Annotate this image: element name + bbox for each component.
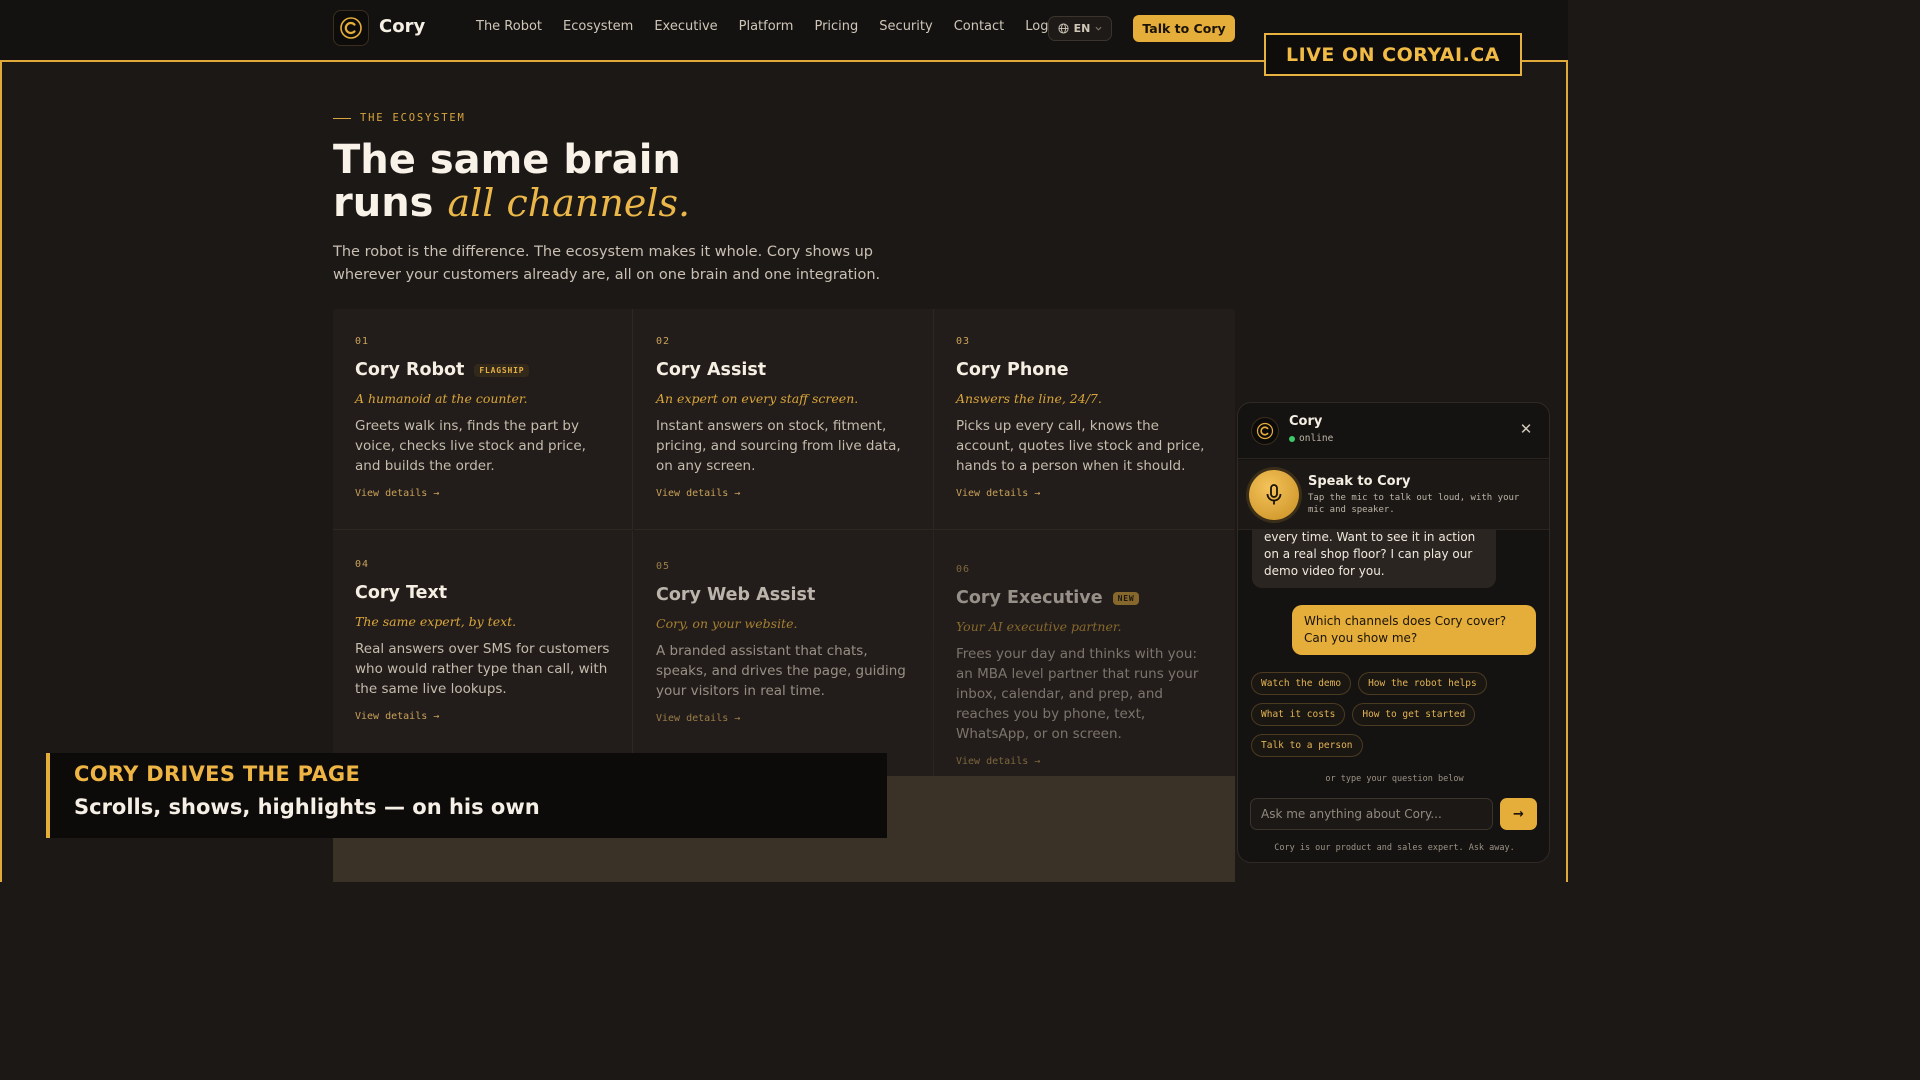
chip-what-it-costs[interactable]: What it costs	[1251, 703, 1346, 726]
user-message: Which channels does Cory cover? Can you …	[1292, 605, 1536, 655]
view-details-link[interactable]: View details →	[355, 488, 610, 499]
chip-talk-person[interactable]: Talk to a person	[1251, 734, 1363, 757]
suggestion-chips: Watch the demo How the robot helps What …	[1251, 672, 1541, 757]
speak-panel: Speak to Cory Tap the mic to talk out lo…	[1238, 460, 1549, 530]
card-description: Picks up every call, knows the account, …	[956, 418, 1205, 474]
view-details-link[interactable]: View details →	[355, 711, 610, 722]
nav-link-executive[interactable]: Executive	[654, 19, 717, 34]
live-badge: LIVE ON CORYAI.CA	[1264, 33, 1522, 76]
card-number: 03	[956, 336, 971, 347]
chat-header: Cory online ✕	[1238, 403, 1549, 459]
product-card[interactable]: 02 Cory Assist An expert on every staff …	[634, 309, 934, 530]
language-selector[interactable]: EN	[1048, 16, 1112, 41]
brand-name[interactable]: Cory	[379, 16, 425, 37]
section-headline: The same brain runs all channels.	[333, 139, 690, 225]
card-description: Instant answers on stock, fitment, prici…	[656, 418, 901, 474]
nav-link-security[interactable]: Security	[879, 19, 932, 34]
card-title: Cory Assist	[656, 360, 767, 380]
card-description: A branded assistant that chats, speaks, …	[656, 643, 906, 699]
language-label: EN	[1073, 22, 1091, 35]
chat-footnote: Cory is our product and sales expert. As…	[1274, 843, 1515, 853]
nav-link-platform[interactable]: Platform	[739, 19, 794, 34]
card-subtitle: Cory, on your website.	[656, 616, 798, 631]
caption-subtitle: Scrolls, shows, highlights — on his own	[74, 795, 540, 819]
card-title: Cory Text	[355, 583, 448, 603]
cory-logo-icon[interactable]	[333, 10, 369, 46]
caption-overlay: CORY DRIVES THE PAGE Scrolls, shows, hig…	[46, 753, 887, 838]
globe-icon	[1058, 23, 1069, 34]
view-details-link[interactable]: View details →	[956, 756, 1212, 767]
card-description: Real answers over SMS for customers who …	[355, 641, 610, 697]
card-number: 02	[656, 336, 671, 347]
card-subtitle: Answers the line, 24/7.	[956, 391, 1102, 406]
headline-line-1: The same brain	[333, 137, 681, 183]
chat-widget: Cory online ✕ every time. Want to see it…	[1237, 402, 1550, 863]
microphone-button[interactable]	[1249, 470, 1299, 520]
card-description: Frees your day and thinks with you: an M…	[956, 646, 1199, 742]
caption-title: CORY DRIVES THE PAGE	[74, 762, 361, 786]
chevron-down-icon	[1095, 26, 1102, 31]
chip-robot-helps[interactable]: How the robot helps	[1358, 672, 1487, 695]
card-title: Cory Robot	[355, 360, 465, 380]
product-card[interactable]: 05 Cory Web Assist Cory, on your website…	[634, 531, 934, 776]
card-subtitle: An expert on every staff screen.	[656, 391, 859, 406]
card-title: Cory Web Assist	[656, 585, 816, 605]
card-description: Greets walk ins, finds the part by voice…	[355, 418, 586, 474]
chip-get-started[interactable]: How to get started	[1352, 703, 1476, 726]
speak-title: Speak to Cory	[1308, 474, 1411, 489]
card-title: Cory Phone	[956, 360, 1069, 380]
product-card[interactable]: 04 Cory Text The same expert, by text. R…	[333, 531, 633, 776]
new-badge: NEW	[1112, 591, 1140, 605]
card-title: Cory Executive	[956, 588, 1103, 608]
card-subtitle: Your AI executive partner.	[956, 619, 1122, 634]
nav-link-pricing[interactable]: Pricing	[814, 19, 858, 34]
send-button[interactable]: →	[1500, 798, 1537, 830]
card-subtitle: A humanoid at the counter.	[355, 391, 528, 406]
microphone-icon	[1266, 484, 1282, 505]
product-card[interactable]: 06 Cory Executive NEW Your AI executive …	[934, 531, 1234, 776]
section-eyebrow: THE ECOSYSTEM	[333, 112, 466, 124]
view-details-link[interactable]: View details →	[656, 713, 911, 724]
bot-message: every time. Want to see it in action on …	[1252, 521, 1496, 588]
headline-line-2: runs all channels.	[333, 182, 690, 225]
headline-plain: runs	[333, 180, 434, 226]
nav-links: The Robot Ecosystem Executive Platform P…	[476, 19, 1085, 34]
chip-watch-demo[interactable]: Watch the demo	[1251, 672, 1352, 695]
chat-input[interactable]	[1250, 798, 1493, 830]
chat-status-label: online	[1299, 433, 1334, 444]
product-card[interactable]: 03 Cory Phone Answers the line, 24/7. Pi…	[934, 309, 1234, 530]
card-number: 04	[355, 559, 370, 570]
card-number: 06	[956, 564, 971, 575]
nav-link-robot[interactable]: The Robot	[476, 19, 542, 34]
view-details-link[interactable]: View details →	[956, 488, 1212, 499]
talk-to-cory-button[interactable]: Talk to Cory	[1133, 15, 1235, 42]
section-lede: The robot is the difference. The ecosyst…	[333, 244, 881, 283]
card-number: 05	[656, 561, 671, 572]
speak-subtitle: Tap the mic to talk out loud, with your …	[1308, 493, 1520, 515]
nav-link-ecosystem[interactable]: Ecosystem	[563, 19, 633, 34]
chat-agent-name: Cory	[1289, 414, 1323, 429]
cory-avatar	[1251, 417, 1279, 445]
product-card[interactable]: 01 Cory Robot FLAGSHIP A humanoid at the…	[333, 309, 633, 530]
chat-status: online	[1289, 433, 1333, 444]
eyebrow-label: THE ECOSYSTEM	[360, 112, 466, 124]
online-dot-icon	[1289, 435, 1295, 442]
card-number: 01	[355, 336, 370, 347]
eyebrow-dash	[333, 117, 351, 119]
flagship-badge: FLAGSHIP	[474, 363, 530, 377]
or-type-hint: or type your question below	[1325, 774, 1464, 784]
view-details-link[interactable]: View details →	[656, 488, 911, 499]
nav-link-contact[interactable]: Contact	[954, 19, 1005, 34]
card-subtitle: The same expert, by text.	[355, 614, 517, 629]
close-icon[interactable]: ✕	[1518, 421, 1534, 437]
headline-accent: all channels.	[447, 181, 691, 225]
